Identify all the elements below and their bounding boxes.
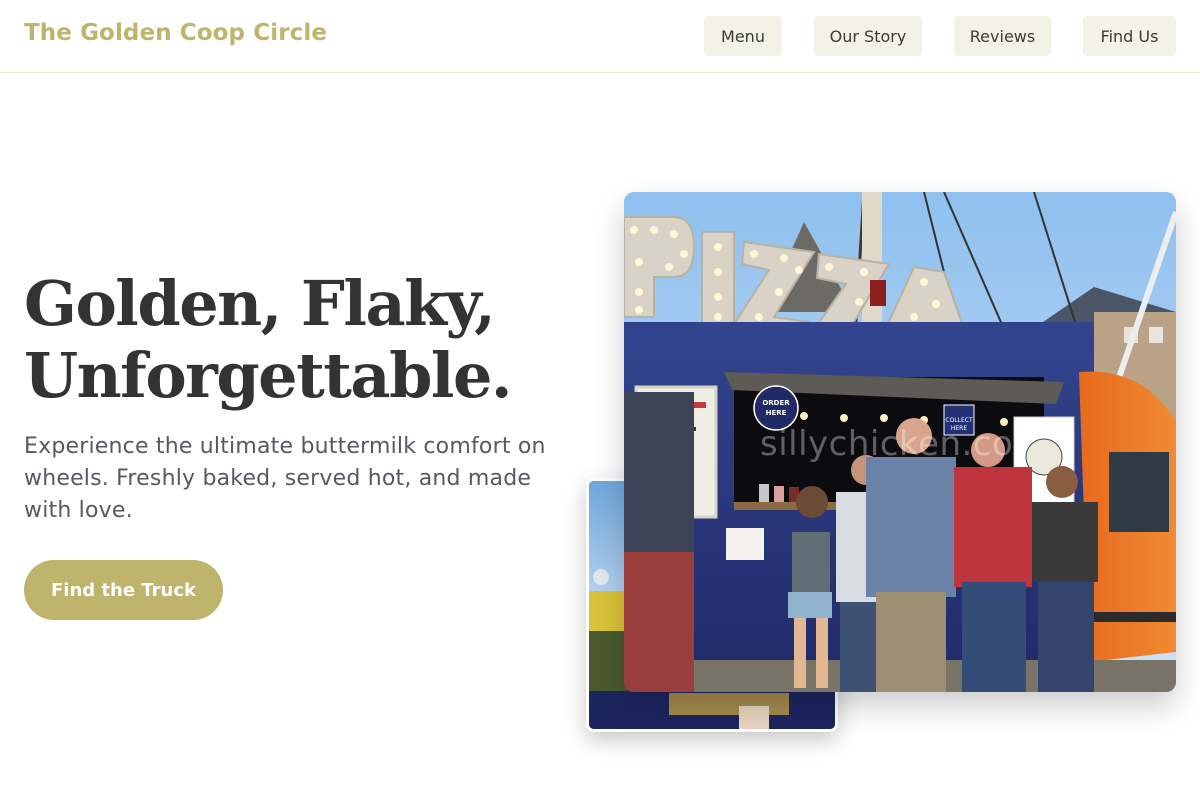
nav-menu-link[interactable]: Menu — [704, 16, 782, 56]
nav-our-story-link[interactable]: Our Story — [814, 16, 922, 56]
site-header: The Golden Coop Circle Menu Our Story Re… — [0, 0, 1200, 73]
svg-text:HERE: HERE — [766, 409, 787, 417]
find-the-truck-button[interactable]: Find the Truck — [24, 560, 223, 620]
hero-headline-line1: Golden, Flaky, — [24, 267, 496, 340]
nav-reviews-link[interactable]: Reviews — [954, 16, 1051, 56]
hero-food-truck-photo: ORDER HERE COLLECT HERE sillychicken.co — [624, 192, 1176, 692]
hero-headline-line2: Unforgettable. — [24, 339, 513, 412]
nav-find-us-link[interactable]: Find Us — [1083, 16, 1176, 56]
hero-subtitle: Experience the ultimate buttermilk comfo… — [24, 434, 546, 523]
brand-logo[interactable]: The Golden Coop Circle — [24, 20, 327, 46]
photo-watermark: sillychicken.co — [760, 424, 1014, 464]
order-here-sign-text: ORDER — [762, 399, 790, 407]
svg-text:COLLECT: COLLECT — [945, 417, 973, 424]
hero-headline: Golden, Flaky, Unforgettable. — [24, 268, 584, 412]
